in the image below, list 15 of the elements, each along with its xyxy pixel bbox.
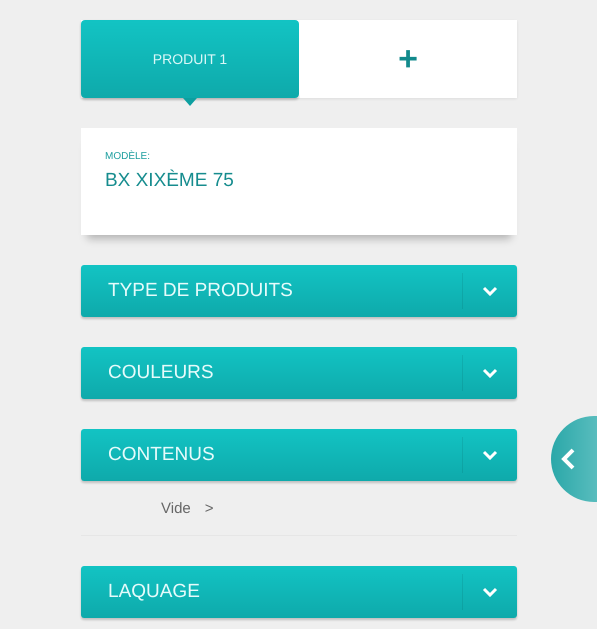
section-header[interactable]: LAQUAGE xyxy=(81,566,517,618)
tab-pointer-icon xyxy=(183,98,197,106)
chevron-down-icon xyxy=(482,450,498,460)
chevron-left-icon xyxy=(561,448,575,470)
entry-link[interactable]: Vide xyxy=(161,500,191,517)
entry-arrow: > xyxy=(204,500,214,517)
section-header[interactable]: COULEURS xyxy=(81,347,517,399)
chevron-down-icon xyxy=(482,286,498,296)
section-header[interactable]: TYPE DE PRODUITS xyxy=(81,265,517,317)
model-label: MODÈLE: xyxy=(105,151,152,162)
chevron-down-icon xyxy=(482,587,498,597)
chevron-down-icon xyxy=(482,368,498,378)
model-value: BX XIXÈME 75 xyxy=(105,170,235,192)
add-tab[interactable]: + xyxy=(299,20,517,98)
section-header[interactable]: CONTENUS xyxy=(81,429,517,481)
